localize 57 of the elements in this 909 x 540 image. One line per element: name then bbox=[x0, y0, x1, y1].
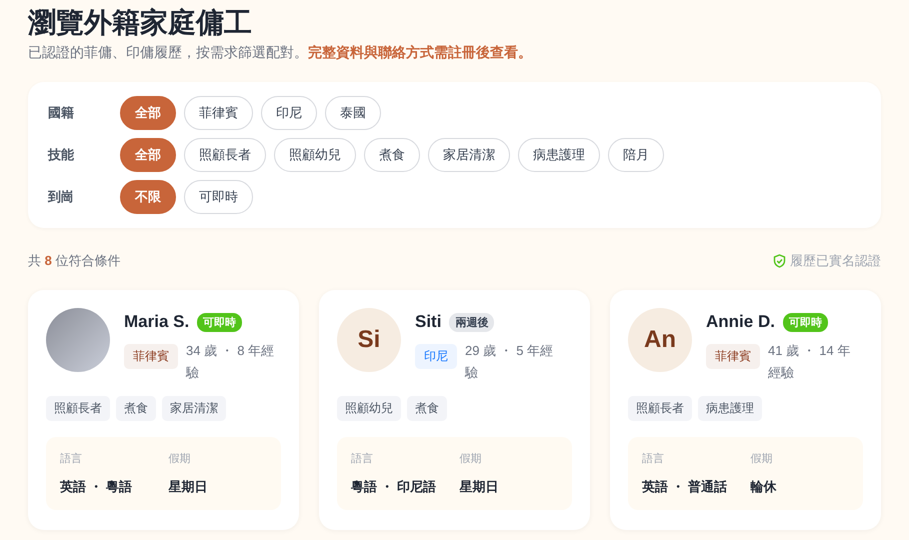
filter-chip[interactable]: 煮食 bbox=[364, 138, 420, 172]
detail-value: 輪休 bbox=[750, 478, 778, 496]
nationality-tag: 菲律賓 bbox=[124, 344, 178, 369]
detail-label: 假期 bbox=[750, 452, 774, 466]
skill-tag: 家居清潔 bbox=[162, 396, 226, 421]
filter-chip[interactable]: 菲律賓 bbox=[184, 96, 253, 130]
detail-value: 星期日 bbox=[460, 478, 500, 496]
filter-chip[interactable]: 印尼 bbox=[261, 96, 317, 130]
availability-badge: 可即時 bbox=[197, 312, 242, 332]
worker-name: Annie D. bbox=[706, 312, 775, 332]
detail-value: 英語 ・ 普通話 bbox=[642, 478, 728, 496]
filter-chip[interactable]: 病患護理 bbox=[518, 138, 600, 172]
avatar-initials: An bbox=[628, 308, 692, 372]
skill-tag: 照顧長者 bbox=[628, 396, 692, 421]
page-subtitle: 已認證的菲傭、印傭履歷，按需求篩選配對。完整資料與聯絡方式需註冊後查看。 bbox=[28, 44, 533, 62]
avatar-initials: Si bbox=[337, 308, 401, 372]
skill-tag: 照顧幼兒 bbox=[337, 396, 401, 421]
shield-check-icon bbox=[773, 254, 786, 268]
filter-label: 國籍 bbox=[48, 104, 75, 122]
availability-badge: 兩週後 bbox=[449, 312, 494, 332]
nationality-tag: 印尼 bbox=[415, 344, 457, 369]
filter-label: 技能 bbox=[48, 146, 75, 164]
verified-note: 履歷已實名認證 bbox=[790, 252, 881, 270]
age-experience: 34 歲 ・ 8 年經驗 bbox=[186, 342, 276, 382]
age-experience: 29 歲 ・ 5 年經驗 bbox=[465, 342, 554, 382]
worker-card[interactable]: Si Siti 兩週後 印尼 29 歲 ・ 5 年經驗 照顧幼兒 煮食 語言 假期 粵語 ・ 印尼語 星期日 bbox=[319, 290, 590, 530]
skill-tag: 煮食 bbox=[116, 396, 156, 421]
filter-chip[interactable]: 可即時 bbox=[184, 180, 253, 214]
page-title: 瀏覽外籍家庭傭工 bbox=[28, 6, 253, 40]
detail-value: 英語 ・ 粵語 bbox=[60, 478, 134, 496]
worker-card[interactable]: Maria S. 可即時 菲律賓 34 歲 ・ 8 年經驗 照顧長者 煮食 家居清潔 語言 假期 英語 ・ 粵語 星期日 bbox=[28, 290, 299, 530]
age-experience: 41 歲 ・ 14 年經驗 bbox=[768, 342, 852, 382]
filter-chip[interactable]: 全部 bbox=[120, 138, 176, 172]
availability-badge: 可即時 bbox=[782, 312, 828, 332]
detail-label: 語言 bbox=[60, 452, 83, 466]
filter-label: 到崗 bbox=[48, 188, 75, 206]
worker-name: Maria S. bbox=[124, 312, 190, 332]
filter-chip[interactable]: 不限 bbox=[120, 180, 176, 214]
filter-chip[interactable]: 照顧幼兒 bbox=[274, 138, 356, 172]
skill-tag: 照顧長者 bbox=[46, 396, 110, 421]
filter-chip[interactable]: 泰國 bbox=[325, 96, 381, 130]
detail-value: 星期日 bbox=[168, 478, 208, 496]
skill-tag: 煮食 bbox=[407, 396, 447, 421]
nationality-tag: 菲律賓 bbox=[706, 344, 760, 369]
worker-name: Siti bbox=[415, 312, 442, 332]
filter-chip[interactable]: 全部 bbox=[120, 96, 176, 130]
detail-label: 假期 bbox=[460, 452, 482, 466]
filter-chip[interactable]: 家居清潔 bbox=[428, 138, 510, 172]
detail-label: 假期 bbox=[168, 452, 192, 466]
filter-chip[interactable]: 陪月 bbox=[608, 138, 664, 172]
worker-card[interactable]: An Annie D. 可即時 菲律賓 41 歲 ・ 14 年經驗 照顧長者 病患護理 語言 假期 英語 ・ 普通話 輪休 bbox=[610, 290, 881, 530]
filter-chip[interactable]: 照顧長者 bbox=[184, 138, 266, 172]
detail-label: 語言 bbox=[351, 452, 374, 466]
result-count: 共 8 位符合條件 bbox=[28, 252, 120, 270]
skill-tag: 病患護理 bbox=[698, 396, 762, 421]
detail-label: 語言 bbox=[642, 452, 665, 466]
detail-value: 粵語 ・ 印尼語 bbox=[351, 478, 438, 496]
